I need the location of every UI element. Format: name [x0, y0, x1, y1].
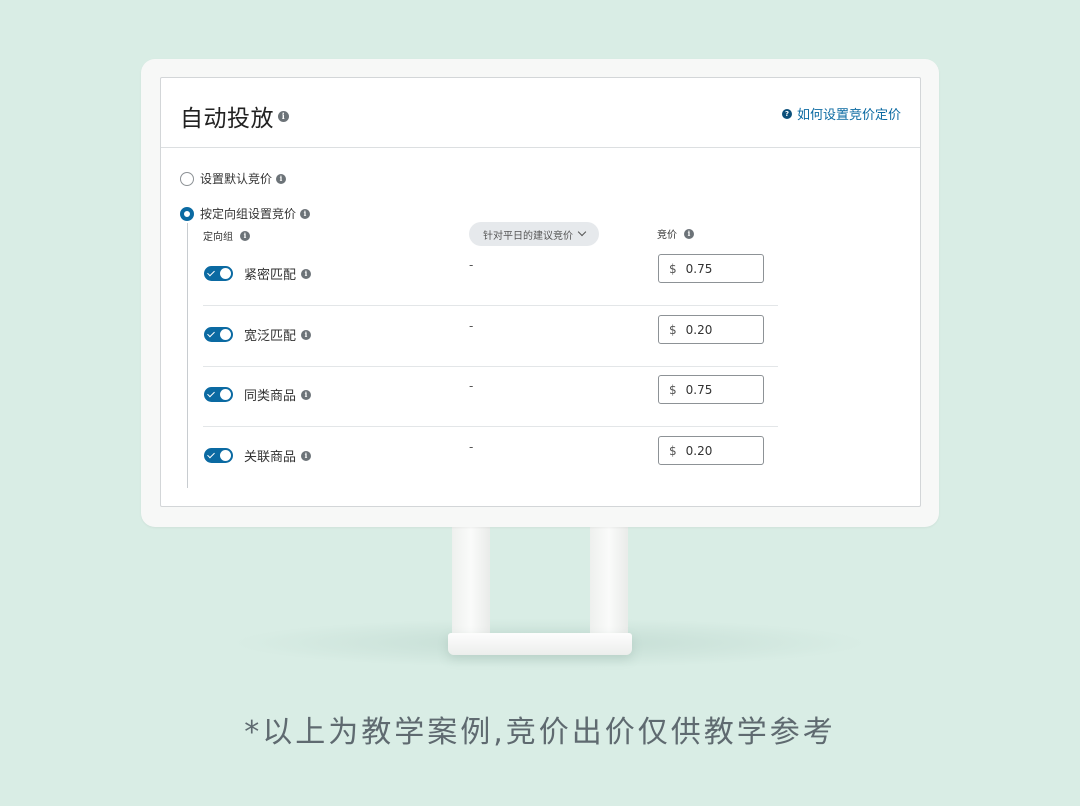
help-link-text: 如何设置竞价定价 [796, 108, 901, 123]
row-label-text: 关联商品 [244, 450, 297, 465]
currency-symbol: $ [669, 382, 677, 397]
check-icon [207, 268, 215, 277]
toggle-knob [220, 329, 231, 340]
table-row: 关联商品 i - $ 0.20 [203, 428, 778, 488]
row-toggle[interactable] [204, 266, 233, 281]
monitor-stand-left-post [452, 527, 490, 635]
currency-symbol: $ [669, 261, 677, 276]
row-toggle[interactable] [204, 448, 233, 463]
bid-value[interactable]: 0.75 [686, 262, 713, 276]
row-label-text: 紧密匹配 [244, 268, 297, 283]
row-label-text: 同类商品 [244, 389, 297, 404]
radio-target-group-bid-label: 按定向组设置竞价 [200, 207, 297, 221]
info-icon[interactable]: i [300, 208, 311, 219]
panel-title-text: 自动投放 [180, 106, 274, 132]
radio-default-bid-label: 设置默认竞价 [200, 172, 273, 186]
check-icon [207, 450, 215, 459]
suggested-bid-dropdown-label: 针对平日的建议竞价 [483, 230, 573, 242]
bid-input[interactable]: $ 0.20 [658, 315, 764, 344]
bid-input[interactable]: $ 0.75 [658, 254, 764, 283]
suggested-bid-value: - [469, 258, 474, 272]
info-icon[interactable]: i [684, 228, 694, 239]
column-header-target-group: 定向组 i [203, 228, 250, 243]
bid-value[interactable]: 0.75 [686, 383, 713, 397]
column-header-bid-text: 竞价 [657, 230, 677, 241]
table-row: 宽泛匹配 i - $ 0.20 [203, 307, 778, 367]
panel-title: 自动投放 i [180, 99, 289, 133]
toggle-knob [220, 450, 231, 461]
check-icon [207, 389, 215, 398]
bid-input[interactable]: $ 0.75 [658, 375, 764, 404]
row-label: 宽泛匹配 i [244, 325, 312, 344]
question-icon: ? [781, 108, 792, 119]
disclaimer-caption: *以上为教学案例,竞价出价仅供教学参考 [244, 715, 836, 750]
bid-help-link[interactable]: ? 如何设置竞价定价 [781, 104, 901, 123]
row-toggle[interactable] [204, 327, 233, 342]
radio-default-bid-control[interactable] [180, 171, 194, 186]
bid-value[interactable]: 0.20 [686, 323, 713, 337]
table-row: 同类商品 i - $ 0.75 [203, 367, 778, 427]
info-icon[interactable]: i [301, 450, 312, 461]
radio-default-bid[interactable]: 设置默认竞价 i [180, 170, 287, 187]
row-label-text: 宽泛匹配 [244, 329, 297, 344]
info-icon[interactable]: i [276, 173, 287, 184]
radio-target-group-bid[interactable]: 按定向组设置竞价 i [180, 205, 311, 222]
monitor-stand-base [448, 633, 632, 655]
info-icon[interactable]: i [301, 329, 312, 340]
toggle-knob [220, 389, 231, 400]
radio-target-group-bid-control[interactable] [180, 206, 194, 221]
row-label: 同类商品 i [244, 385, 312, 404]
bid-input[interactable]: $ 0.20 [658, 436, 764, 465]
row-label: 紧密匹配 i [244, 264, 312, 283]
panel-header: 自动投放 i ? 如何设置竞价定价 [161, 78, 920, 148]
info-icon[interactable]: i [278, 110, 289, 122]
currency-symbol: $ [669, 443, 677, 458]
info-icon[interactable]: i [240, 230, 250, 241]
suggested-bid-value: - [469, 440, 474, 454]
monitor-stand-right-post [590, 527, 628, 635]
auto-targeting-panel: 自动投放 i ? 如何设置竞价定价 设置默认竞价 i 按定向组设置竞价 i 定向… [160, 77, 921, 507]
suggested-bid-value: - [469, 379, 474, 393]
toggle-knob [220, 268, 231, 279]
info-icon[interactable]: i [301, 389, 312, 400]
column-header-target-group-text: 定向组 [203, 232, 233, 243]
row-label: 关联商品 i [244, 446, 312, 465]
chevron-down-icon [577, 227, 587, 237]
suggested-bid-dropdown[interactable]: 针对平日的建议竞价 [469, 222, 599, 246]
currency-symbol: $ [669, 322, 677, 337]
table-row: 紧密匹配 i - $ 0.75 [203, 246, 778, 306]
check-icon [207, 329, 215, 338]
row-toggle[interactable] [204, 387, 233, 402]
group-indent-line [187, 223, 188, 488]
bid-value[interactable]: 0.20 [686, 444, 713, 458]
column-header-bid: 竞价 i [657, 226, 694, 241]
info-icon[interactable]: i [301, 268, 312, 279]
suggested-bid-value: - [469, 319, 474, 333]
